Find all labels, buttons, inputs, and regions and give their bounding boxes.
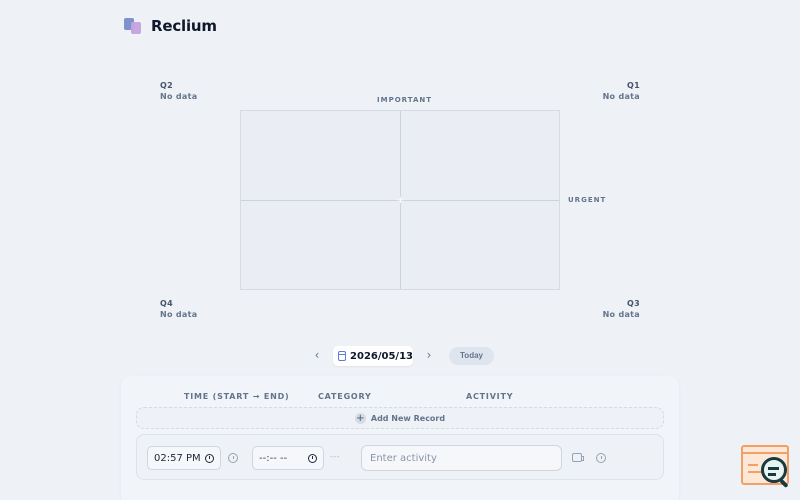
- quadrant-q3-value: No data: [602, 310, 640, 319]
- plus-icon: +: [354, 412, 366, 424]
- quadrant-q1-value: No data: [602, 92, 640, 101]
- activity-input[interactable]: [361, 445, 562, 471]
- quadrant-q1-label: Q1 No data: [603, 80, 640, 102]
- quadrant-q2-value: No data: [160, 92, 198, 101]
- brand: Reclium: [124, 17, 217, 35]
- crosshair-icon: +: [396, 195, 405, 206]
- quadrant-q4-title: Q4: [160, 299, 173, 308]
- clock-icon[interactable]: [205, 453, 214, 463]
- add-new-record-label: Add New Record: [370, 413, 446, 423]
- quadrant-q3-title: Q3: [627, 299, 640, 308]
- clock-icon[interactable]: [308, 453, 317, 463]
- quadrant-q2-label: Q2 No data: [160, 80, 197, 102]
- reclium-logo-icon: [124, 17, 142, 35]
- quadrant-q3-label: Q3 No data: [603, 298, 640, 320]
- chevron-left-icon[interactable]: ‹: [310, 348, 324, 362]
- quadrant-q2-title: Q2: [160, 81, 173, 90]
- history-clock-icon[interactable]: [596, 453, 606, 463]
- column-header-activity: ACTIVITY: [466, 392, 514, 401]
- date-navigator: ‹ 2026/05/13 › Today: [0, 345, 800, 367]
- column-header-category: CATEGORY: [318, 392, 372, 401]
- axis-important-label: IMPORTANT: [377, 96, 433, 104]
- calendar-icon: [338, 351, 347, 361]
- today-button[interactable]: Today: [449, 347, 494, 365]
- current-date: 2026/05/13: [350, 350, 413, 362]
- date-picker-button[interactable]: 2026/05/13: [333, 346, 413, 366]
- duration-value: ---: [330, 452, 341, 461]
- coffee-cup-icon[interactable]: [572, 453, 584, 462]
- chevron-right-icon[interactable]: ›: [422, 348, 436, 362]
- add-new-record-button[interactable]: + Add New Record: [136, 407, 664, 429]
- quadrant-q1-title: Q1: [627, 81, 640, 90]
- start-time-input[interactable]: 02:57 PM: [147, 446, 221, 470]
- inspector-logo-icon: [741, 445, 793, 490]
- app-title: Reclium: [151, 17, 217, 35]
- column-header-time: TIME (START → END): [184, 392, 290, 401]
- start-time-value: 02:57 PM: [154, 452, 201, 464]
- end-time-value: --:-- --: [259, 452, 288, 464]
- quadrant-q4-value: No data: [160, 310, 198, 319]
- record-row: 02:57 PM --:-- -- ---: [136, 434, 664, 480]
- quadrant-q4-label: Q4 No data: [160, 298, 197, 320]
- axis-urgent-label: URGENT: [568, 196, 607, 204]
- priority-matrix[interactable]: +: [240, 110, 560, 290]
- end-time-input[interactable]: --:-- --: [252, 446, 324, 470]
- set-start-now-clock-icon[interactable]: [228, 453, 238, 463]
